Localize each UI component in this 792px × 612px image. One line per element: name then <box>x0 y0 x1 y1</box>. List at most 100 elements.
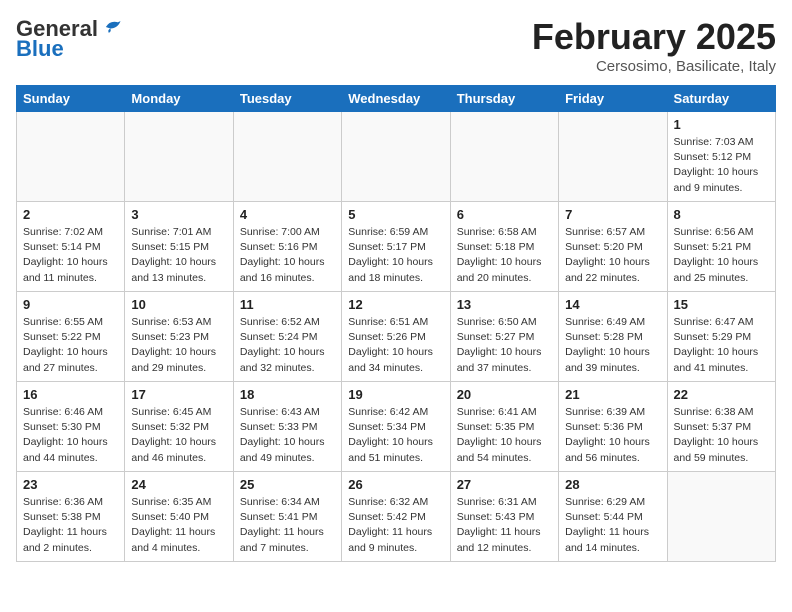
day-number: 17 <box>131 387 226 402</box>
day-info: Sunrise: 6:57 AM Sunset: 5:20 PM Dayligh… <box>565 225 660 286</box>
weekday-header-sunday: Sunday <box>17 86 125 112</box>
weekday-header-tuesday: Tuesday <box>233 86 341 112</box>
title-block: February 2025 Cersosimo, Basilicate, Ita… <box>532 16 776 75</box>
day-cell: 2 Sunrise: 7:02 AM Sunset: 5:14 PM Daylig… <box>17 202 125 292</box>
day-number: 12 <box>348 297 443 312</box>
day-cell <box>450 112 558 202</box>
day-info: Sunrise: 6:45 AM Sunset: 5:32 PM Dayligh… <box>131 405 226 466</box>
day-cell: 4Sunrise: 7:00 AM Sunset: 5:16 PM Daylig… <box>233 202 341 292</box>
weekday-header-friday: Friday <box>559 86 667 112</box>
day-cell: 9 Sunrise: 6:55 AM Sunset: 5:22 PM Daylig… <box>17 292 125 382</box>
day-info: Sunrise: 6:34 AM Sunset: 5:41 PM Dayligh… <box>240 495 335 556</box>
day-cell: 5Sunrise: 6:59 AM Sunset: 5:17 PM Daylig… <box>342 202 450 292</box>
day-cell: 1 Sunrise: 7:03 AM Sunset: 5:12 PM Daylig… <box>667 112 775 202</box>
day-cell: 24 Sunrise: 6:35 AM Sunset: 5:40 PM Dayli… <box>125 472 233 562</box>
day-number: 21 <box>565 387 660 402</box>
day-info: Sunrise: 6:59 AM Sunset: 5:17 PM Dayligh… <box>348 225 443 286</box>
location-subtitle: Cersosimo, Basilicate, Italy <box>532 58 776 75</box>
day-cell: 19 Sunrise: 6:42 AM Sunset: 5:34 PM Dayli… <box>342 382 450 472</box>
day-cell: 11 Sunrise: 6:52 AM Sunset: 5:24 PM Dayli… <box>233 292 341 382</box>
day-number: 23 <box>23 477 118 492</box>
day-number: 19 <box>348 387 443 402</box>
day-cell: 17 Sunrise: 6:45 AM Sunset: 5:32 PM Dayli… <box>125 382 233 472</box>
day-info: Sunrise: 7:01 AM Sunset: 5:15 PM Dayligh… <box>131 225 226 286</box>
day-number: 4 <box>240 207 335 222</box>
day-info: Sunrise: 6:46 AM Sunset: 5:30 PM Dayligh… <box>23 405 118 466</box>
page-header: General Blue February 2025 Cersosimo, Ba… <box>16 16 776 75</box>
day-info: Sunrise: 6:47 AM Sunset: 5:29 PM Dayligh… <box>674 315 769 376</box>
day-cell <box>17 112 125 202</box>
week-row-4: 16 Sunrise: 6:46 AM Sunset: 5:30 PM Dayli… <box>17 382 776 472</box>
day-number: 9 <box>23 297 118 312</box>
day-number: 18 <box>240 387 335 402</box>
day-number: 27 <box>457 477 552 492</box>
day-number: 14 <box>565 297 660 312</box>
weekday-header-monday: Monday <box>125 86 233 112</box>
weekday-header-thursday: Thursday <box>450 86 558 112</box>
logo: General Blue <box>16 16 122 62</box>
week-row-1: 1 Sunrise: 7:03 AM Sunset: 5:12 PM Daylig… <box>17 112 776 202</box>
day-cell: 7 Sunrise: 6:57 AM Sunset: 5:20 PM Daylig… <box>559 202 667 292</box>
day-cell: 8 Sunrise: 6:56 AM Sunset: 5:21 PM Daylig… <box>667 202 775 292</box>
day-number: 8 <box>674 207 769 222</box>
day-number: 24 <box>131 477 226 492</box>
day-number: 15 <box>674 297 769 312</box>
logo-blue-text: Blue <box>16 36 64 62</box>
day-info: Sunrise: 6:31 AM Sunset: 5:43 PM Dayligh… <box>457 495 552 556</box>
day-number: 26 <box>348 477 443 492</box>
day-cell: 21 Sunrise: 6:39 AM Sunset: 5:36 PM Dayli… <box>559 382 667 472</box>
day-info: Sunrise: 6:39 AM Sunset: 5:36 PM Dayligh… <box>565 405 660 466</box>
day-info: Sunrise: 7:02 AM Sunset: 5:14 PM Dayligh… <box>23 225 118 286</box>
day-info: Sunrise: 6:50 AM Sunset: 5:27 PM Dayligh… <box>457 315 552 376</box>
day-info: Sunrise: 6:42 AM Sunset: 5:34 PM Dayligh… <box>348 405 443 466</box>
day-cell <box>667 472 775 562</box>
week-row-5: 23Sunrise: 6:36 AM Sunset: 5:38 PM Dayli… <box>17 472 776 562</box>
day-number: 7 <box>565 207 660 222</box>
day-cell: 14 Sunrise: 6:49 AM Sunset: 5:28 PM Dayli… <box>559 292 667 382</box>
day-cell: 16 Sunrise: 6:46 AM Sunset: 5:30 PM Dayli… <box>17 382 125 472</box>
day-cell: 10 Sunrise: 6:53 AM Sunset: 5:23 PM Dayli… <box>125 292 233 382</box>
day-info: Sunrise: 6:55 AM Sunset: 5:22 PM Dayligh… <box>23 315 118 376</box>
day-cell: 18 Sunrise: 6:43 AM Sunset: 5:33 PM Dayli… <box>233 382 341 472</box>
day-cell <box>559 112 667 202</box>
week-row-2: 2 Sunrise: 7:02 AM Sunset: 5:14 PM Daylig… <box>17 202 776 292</box>
day-info: Sunrise: 6:35 AM Sunset: 5:40 PM Dayligh… <box>131 495 226 556</box>
day-cell: 20 Sunrise: 6:41 AM Sunset: 5:35 PM Dayli… <box>450 382 558 472</box>
day-info: Sunrise: 6:43 AM Sunset: 5:33 PM Dayligh… <box>240 405 335 466</box>
day-number: 2 <box>23 207 118 222</box>
day-number: 10 <box>131 297 226 312</box>
day-info: Sunrise: 6:32 AM Sunset: 5:42 PM Dayligh… <box>348 495 443 556</box>
day-number: 3 <box>131 207 226 222</box>
weekday-header-saturday: Saturday <box>667 86 775 112</box>
day-cell <box>233 112 341 202</box>
day-cell: 6Sunrise: 6:58 AM Sunset: 5:18 PM Daylig… <box>450 202 558 292</box>
day-info: Sunrise: 6:56 AM Sunset: 5:21 PM Dayligh… <box>674 225 769 286</box>
day-cell: 23Sunrise: 6:36 AM Sunset: 5:38 PM Dayli… <box>17 472 125 562</box>
day-info: Sunrise: 6:53 AM Sunset: 5:23 PM Dayligh… <box>131 315 226 376</box>
day-cell: 15 Sunrise: 6:47 AM Sunset: 5:29 PM Dayli… <box>667 292 775 382</box>
day-number: 16 <box>23 387 118 402</box>
day-number: 22 <box>674 387 769 402</box>
day-info: Sunrise: 6:51 AM Sunset: 5:26 PM Dayligh… <box>348 315 443 376</box>
day-info: Sunrise: 6:29 AM Sunset: 5:44 PM Dayligh… <box>565 495 660 556</box>
day-info: Sunrise: 6:38 AM Sunset: 5:37 PM Dayligh… <box>674 405 769 466</box>
weekday-header-row: SundayMondayTuesdayWednesdayThursdayFrid… <box>17 86 776 112</box>
day-number: 1 <box>674 117 769 132</box>
week-row-3: 9 Sunrise: 6:55 AM Sunset: 5:22 PM Daylig… <box>17 292 776 382</box>
day-number: 20 <box>457 387 552 402</box>
day-cell: 12 Sunrise: 6:51 AM Sunset: 5:26 PM Dayli… <box>342 292 450 382</box>
day-cell: 27 Sunrise: 6:31 AM Sunset: 5:43 PM Dayli… <box>450 472 558 562</box>
day-number: 25 <box>240 477 335 492</box>
day-cell: 26 Sunrise: 6:32 AM Sunset: 5:42 PM Dayli… <box>342 472 450 562</box>
day-cell: 25 Sunrise: 6:34 AM Sunset: 5:41 PM Dayli… <box>233 472 341 562</box>
day-number: 11 <box>240 297 335 312</box>
day-info: Sunrise: 7:03 AM Sunset: 5:12 PM Dayligh… <box>674 135 769 196</box>
day-cell: 22 Sunrise: 6:38 AM Sunset: 5:37 PM Dayli… <box>667 382 775 472</box>
day-cell: 3 Sunrise: 7:01 AM Sunset: 5:15 PM Daylig… <box>125 202 233 292</box>
day-info: Sunrise: 6:41 AM Sunset: 5:35 PM Dayligh… <box>457 405 552 466</box>
day-cell: 13Sunrise: 6:50 AM Sunset: 5:27 PM Dayli… <box>450 292 558 382</box>
day-info: Sunrise: 6:49 AM Sunset: 5:28 PM Dayligh… <box>565 315 660 376</box>
day-number: 6 <box>457 207 552 222</box>
month-title: February 2025 <box>532 16 776 58</box>
day-info: Sunrise: 6:52 AM Sunset: 5:24 PM Dayligh… <box>240 315 335 376</box>
